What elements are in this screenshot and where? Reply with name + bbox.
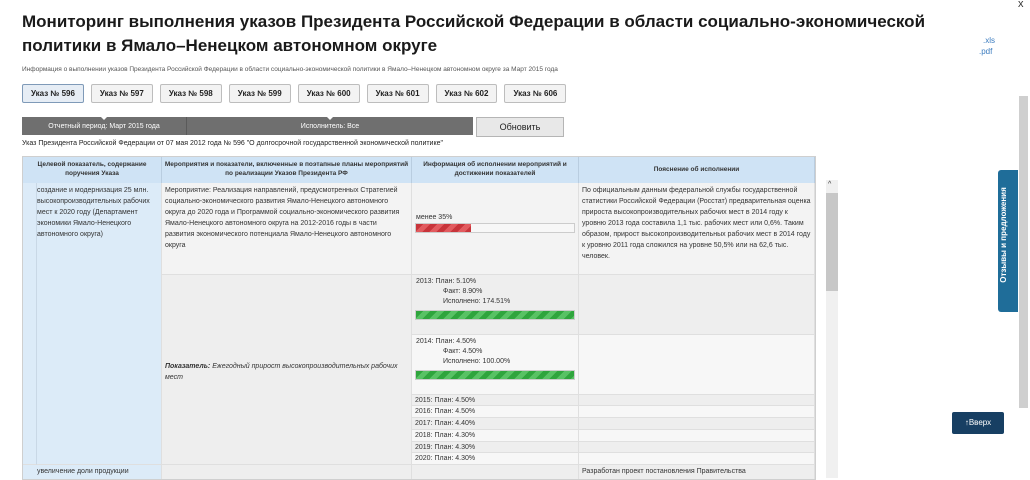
indicator-cell: Показатель: Ежегодный прирост высокопрои…	[162, 275, 412, 465]
progress-bar-2014	[415, 370, 575, 380]
measure-status-cell: менее 35%	[412, 183, 579, 275]
column-header-execution: Информация об исполнении мероприятий и д…	[412, 157, 579, 183]
page-scrollbar-thumb[interactable]	[1019, 96, 1028, 408]
filter-bar: Отчетный период: Март 2015 года Исполнит…	[22, 117, 473, 135]
progress-bar-2013	[415, 310, 575, 320]
status-progress-fill	[416, 224, 472, 232]
close-icon[interactable]: x	[1018, 0, 1024, 10]
feedback-tab[interactable]: Отзывы и предложения	[998, 170, 1018, 312]
fact-2014: Факт: 4.50%	[443, 348, 483, 355]
tab-decree-596[interactable]: Указ № 596	[22, 84, 84, 103]
decree-title: Указ Президента Российской Федерации от …	[22, 140, 443, 147]
tab-decree-602[interactable]: Указ № 602	[435, 84, 498, 103]
explanation-2015	[579, 395, 815, 406]
plan-row-2016: 2016: План: 4.50%	[412, 406, 579, 418]
page-title: Мониторинг выполнения указов Президента …	[22, 12, 926, 55]
tab-decree-598[interactable]: Указ № 598	[159, 84, 222, 103]
row-group-stripe	[23, 183, 37, 465]
status-progress-bar	[415, 223, 575, 233]
explanation-2014	[579, 335, 815, 395]
indicator-text: Показатель: Ежегодный прирост высокопрои…	[162, 359, 411, 385]
plan-row-2015: 2015: План: 4.50%	[412, 395, 579, 406]
explanation-text-2: Разработан проект постановления Правител…	[582, 468, 746, 475]
tab-decree-599[interactable]: Указ № 599	[228, 84, 291, 103]
scroll-up-arrow-icon[interactable]: ^	[828, 181, 831, 188]
table-scrollbar-thumb[interactable]	[826, 193, 838, 291]
decree-tabs: Указ № 596 Указ № 597 Указ № 598 Указ № …	[22, 84, 567, 103]
explanation-2016	[579, 406, 815, 418]
plan-row-2018: 2018: План: 4.30%	[412, 430, 579, 442]
plan-row-2019: 2019: План: 4.30%	[412, 442, 579, 453]
column-header-measures: Мероприятия и показатели, включенные в п…	[162, 157, 412, 183]
year-row-2014: 2014: План: 4.50% Факт: 4.50% Исполнено: 1…	[412, 335, 579, 395]
plan-row-2020: 2020: План: 4.30%	[412, 453, 579, 465]
done-2013: Исполнено: 174.51%	[443, 298, 511, 305]
measure-text: Мероприятие: Реализация направлений, пре…	[165, 187, 400, 249]
back-to-top-button[interactable]: ↑Вверх	[952, 412, 1004, 434]
refresh-button[interactable]: Обновить	[476, 117, 564, 137]
tab-decree-600[interactable]: Указ № 600	[297, 84, 360, 103]
fact-2013: Факт: 8.90%	[443, 288, 483, 295]
plan-2014: 2014: План: 4.50%	[416, 338, 477, 345]
explanation-cell: По официальным данным федеральной службы…	[579, 183, 815, 275]
explanation-2019	[579, 442, 815, 453]
measure-cell: Мероприятие: Реализация направлений, пре…	[162, 183, 412, 275]
indicator-prefix: Показатель:	[165, 363, 211, 370]
explanation-2017	[579, 418, 815, 430]
explanation-text: По официальным данным федеральной службы…	[582, 187, 811, 260]
export-pdf-link[interactable]: .pdf	[979, 47, 992, 56]
done-2014: Исполнено: 100.00%	[443, 358, 511, 365]
explanation-2018	[579, 430, 815, 442]
tab-decree-601[interactable]: Указ № 601	[366, 84, 429, 103]
tab-decree-597[interactable]: Указ № 597	[90, 84, 153, 103]
executor-filter-dropdown[interactable]: Исполнитель: Все	[187, 117, 473, 135]
year-row-2013: 2013: План: 5.10% Факт: 8.90% Исполнено: 1…	[412, 275, 579, 335]
goal-cell: создание и модернизация 25 млн. высокопр…	[23, 183, 162, 465]
goal-text-2: увеличение доли продукции	[37, 468, 129, 475]
progress-fill-2013	[416, 311, 574, 319]
column-header-explanation: Пояснение об исполнении	[579, 157, 815, 183]
progress-fill-2014	[416, 371, 574, 379]
feedback-label: Отзывы и предложения	[999, 187, 1008, 283]
explanation-2020	[579, 453, 815, 465]
tab-decree-606[interactable]: Указ № 606	[504, 84, 567, 103]
goal-text: создание и модернизация 25 млн. высокопр…	[37, 187, 150, 238]
page-subtitle: Информация о выполнении указов Президент…	[22, 66, 558, 73]
period-filter-dropdown[interactable]: Отчетный период: Март 2015 года	[22, 117, 187, 135]
plan-row-2017: 2017: План: 4.40%	[412, 418, 579, 430]
column-header-goal: Целевой показатель, содержание поручения…	[23, 157, 162, 183]
monitoring-table: Целевой показатель, содержание поручения…	[22, 156, 816, 480]
export-xls-link[interactable]: .xls	[983, 36, 995, 45]
plan-2013: 2013: План: 5.10%	[416, 278, 477, 285]
explanation-2013	[579, 275, 815, 335]
